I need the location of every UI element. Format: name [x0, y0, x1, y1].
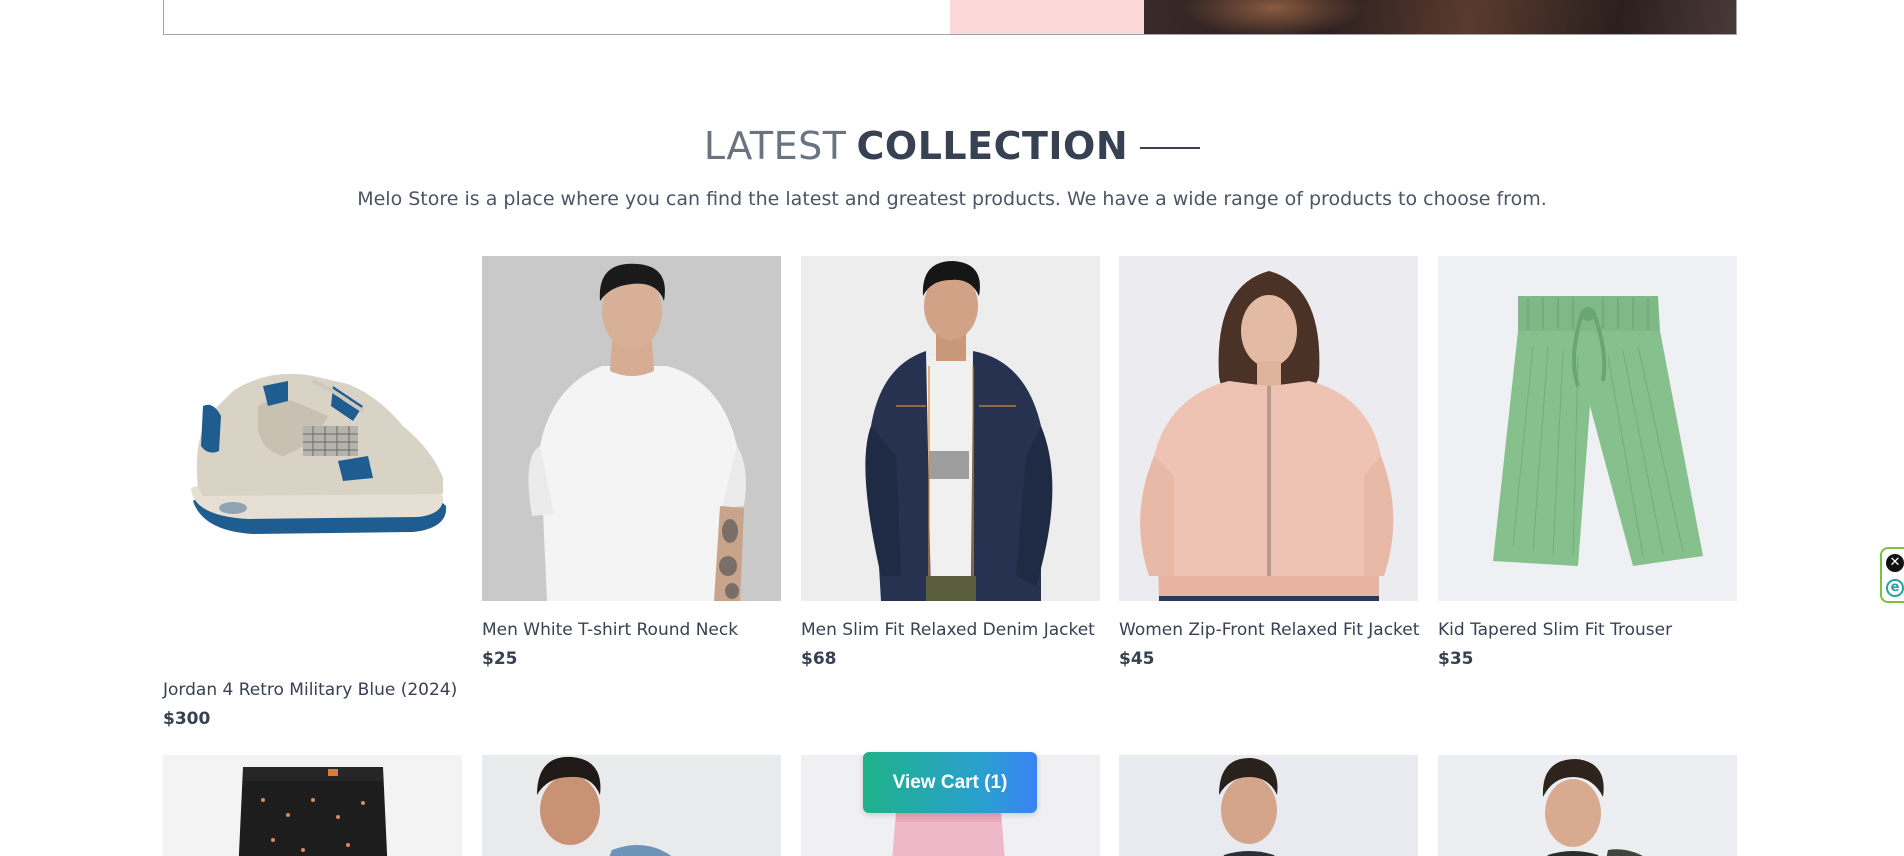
title-rule: [1140, 147, 1201, 149]
product-price: $68: [801, 649, 837, 669]
section-title: LATEST COLLECTION: [0, 124, 1904, 168]
product-price: $35: [1438, 649, 1474, 669]
product-image[interactable]: [163, 256, 462, 661]
product-card[interactable]: [163, 755, 462, 856]
product-image[interactable]: [482, 755, 781, 856]
product-price: $45: [1119, 649, 1155, 669]
product-card[interactable]: [1438, 755, 1737, 856]
hero-banner: [163, 0, 1737, 35]
product-name[interactable]: Kid Tapered Slim Fit Trouser: [1438, 620, 1737, 640]
hero-image: [1144, 0, 1736, 34]
section-subtitle: Melo Store is a place where you can find…: [357, 188, 1547, 210]
view-cart-button[interactable]: View Cart (1): [863, 752, 1037, 813]
product-image[interactable]: [482, 256, 781, 601]
product-card[interactable]: Kid Tapered Slim Fit Trouser $35: [1438, 256, 1737, 669]
product-image[interactable]: [1119, 256, 1418, 601]
product-card[interactable]: Men White T-shirt Round Neck $25: [482, 256, 781, 669]
product-card[interactable]: Men Slim Fit Relaxed Denim Jacket $68: [801, 256, 1100, 669]
product-name[interactable]: Jordan 4 Retro Military Blue (2024): [163, 680, 462, 700]
product-card[interactable]: Jordan 4 Retro Military Blue (2024) $300: [163, 256, 462, 729]
product-price: $25: [482, 649, 518, 669]
product-image[interactable]: [801, 256, 1100, 601]
product-name[interactable]: Men Slim Fit Relaxed Denim Jacket: [801, 620, 1100, 640]
product-card[interactable]: [482, 755, 781, 856]
title-light: LATEST: [703, 124, 847, 168]
extension-widget[interactable]: ✕ e: [1880, 547, 1904, 603]
hero-pink-panel: [950, 0, 1176, 34]
product-name[interactable]: Women Zip-Front Relaxed Fit Jacket: [1119, 620, 1419, 640]
product-price: $300: [163, 709, 211, 729]
e-icon[interactable]: e: [1886, 579, 1904, 597]
product-image[interactable]: [163, 755, 462, 856]
product-name[interactable]: Men White T-shirt Round Neck: [482, 620, 781, 640]
product-image[interactable]: [1119, 755, 1418, 856]
title-bold: COLLECTION: [856, 124, 1129, 168]
product-image[interactable]: [1438, 256, 1737, 601]
product-card[interactable]: [1119, 755, 1418, 856]
close-icon[interactable]: ✕: [1886, 554, 1904, 572]
product-card[interactable]: Women Zip-Front Relaxed Fit Jacket $45: [1119, 256, 1419, 669]
product-image[interactable]: [1438, 755, 1737, 856]
